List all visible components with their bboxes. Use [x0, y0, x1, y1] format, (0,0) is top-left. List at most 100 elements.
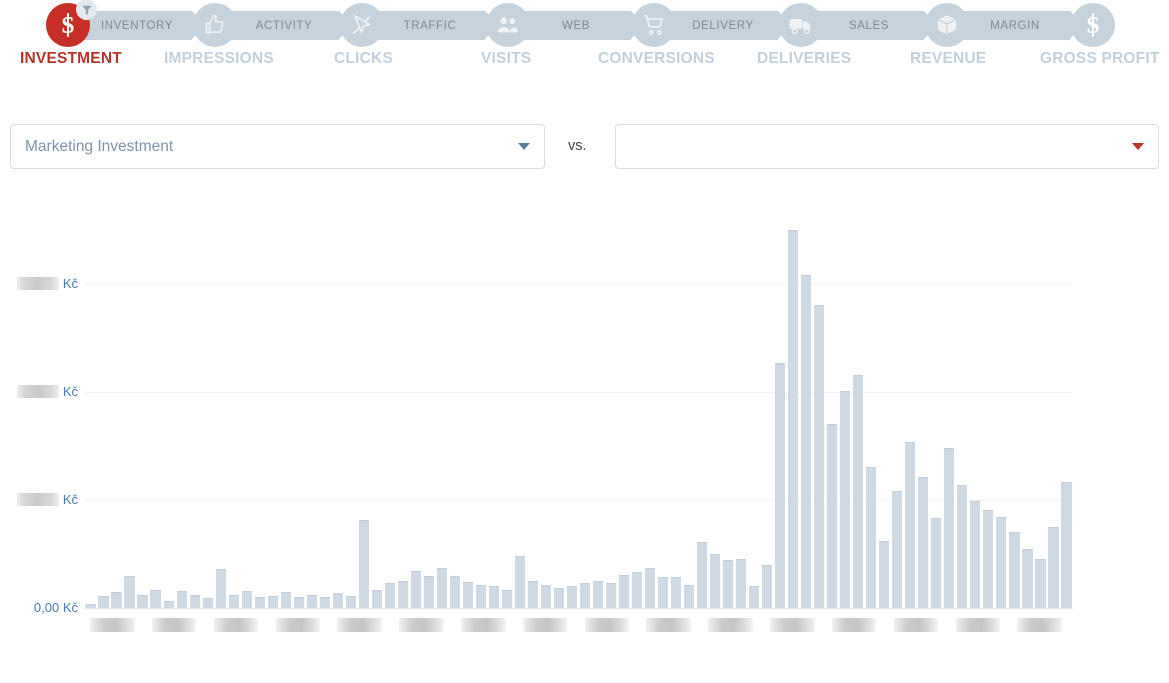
bar[interactable]	[177, 591, 187, 608]
bar[interactable]	[463, 582, 473, 608]
bar[interactable]	[294, 597, 304, 608]
bar[interactable]	[671, 577, 681, 608]
funnel-stage-sales[interactable]: SALES	[816, 11, 924, 40]
bar[interactable]	[307, 595, 317, 609]
bar[interactable]	[723, 560, 733, 608]
bar[interactable]	[931, 518, 941, 608]
bar[interactable]	[645, 568, 655, 609]
bar[interactable]	[775, 363, 785, 608]
bar[interactable]	[1061, 482, 1071, 608]
bar[interactable]	[970, 501, 980, 608]
funnel-stage-traffic[interactable]: TRAFFIC	[377, 11, 485, 40]
chevron-down-icon[interactable]	[1132, 143, 1144, 150]
bar[interactable]	[749, 586, 759, 608]
bar[interactable]	[593, 581, 603, 608]
bar[interactable]	[996, 517, 1006, 608]
bar[interactable]	[710, 554, 720, 608]
bar[interactable]	[905, 442, 915, 608]
bar[interactable]	[333, 593, 343, 608]
bar[interactable]	[242, 591, 252, 608]
tab-clicks[interactable]: CLICKS	[334, 50, 393, 68]
bar[interactable]	[827, 424, 837, 608]
bar[interactable]	[619, 575, 629, 608]
bar[interactable]	[411, 571, 421, 608]
visits-node[interactable]	[486, 3, 530, 47]
bar[interactable]	[98, 596, 108, 608]
filter-funnel-icon[interactable]	[76, 0, 97, 20]
bar[interactable]	[216, 569, 226, 608]
bar[interactable]	[424, 576, 434, 608]
bar[interactable]	[137, 595, 147, 609]
bar[interactable]	[879, 541, 889, 609]
bar[interactable]	[814, 305, 824, 608]
bar[interactable]	[567, 586, 577, 608]
bar[interactable]	[957, 485, 967, 608]
tab-investment[interactable]: INVESTMENT	[20, 50, 122, 68]
tab-impressions[interactable]: IMPRESSIONS	[164, 50, 274, 68]
deliveries-node[interactable]	[779, 3, 823, 47]
bar[interactable]	[788, 230, 798, 608]
secondary-metric-select[interactable]	[615, 124, 1159, 169]
bar[interactable]	[541, 585, 551, 608]
bar[interactable]	[190, 595, 200, 609]
bar[interactable]	[1035, 559, 1045, 608]
bar[interactable]	[528, 581, 538, 608]
bar[interactable]	[580, 583, 590, 608]
funnel-stage-margin[interactable]: MARGIN	[962, 11, 1070, 40]
bar[interactable]	[762, 565, 772, 608]
bar[interactable]	[489, 586, 499, 608]
bar[interactable]	[450, 576, 460, 608]
bar[interactable]	[632, 572, 642, 608]
bar[interactable]	[85, 604, 95, 608]
bar[interactable]	[476, 585, 486, 608]
bar[interactable]	[229, 595, 239, 609]
bar[interactable]	[111, 592, 121, 608]
bar[interactable]	[1022, 549, 1032, 608]
bar[interactable]	[918, 477, 928, 608]
primary-metric-select[interactable]: Marketing Investment	[10, 124, 545, 169]
bar[interactable]	[515, 556, 525, 608]
tab-revenue[interactable]: REVENUE	[910, 50, 986, 68]
bar[interactable]	[892, 491, 902, 608]
bar[interactable]	[697, 542, 707, 608]
bar[interactable]	[385, 583, 395, 608]
bar[interactable]	[255, 597, 265, 608]
conversions-node[interactable]	[632, 3, 676, 47]
bar[interactable]	[983, 510, 993, 608]
bar[interactable]	[1048, 527, 1058, 608]
bar[interactable]	[124, 576, 134, 608]
bar[interactable]	[606, 583, 616, 608]
funnel-stage-delivery[interactable]: DELIVERY	[670, 11, 778, 40]
bar[interactable]	[554, 588, 564, 608]
bar[interactable]	[346, 596, 356, 608]
bar[interactable]	[801, 275, 811, 608]
bar[interactable]	[1009, 532, 1019, 608]
bar[interactable]	[320, 597, 330, 608]
bar[interactable]	[853, 375, 863, 608]
revenue-node[interactable]	[925, 3, 969, 47]
bar[interactable]	[372, 590, 382, 608]
funnel-stage-web[interactable]: WEB	[523, 11, 631, 40]
tab-deliveries[interactable]: DELIVERIES	[757, 50, 851, 68]
impressions-node[interactable]	[193, 3, 237, 47]
bar[interactable]	[944, 448, 954, 608]
clicks-node[interactable]	[340, 3, 384, 47]
bar[interactable]	[684, 585, 694, 608]
bar[interactable]	[866, 467, 876, 608]
bar[interactable]	[268, 596, 278, 608]
tab-gross-profit[interactable]: GROSS PROFIT	[1040, 50, 1160, 68]
bar[interactable]	[203, 598, 213, 608]
bar[interactable]	[281, 592, 291, 608]
grossprofit-node[interactable]: S	[1071, 3, 1115, 47]
bar[interactable]	[150, 590, 160, 608]
bar[interactable]	[437, 568, 447, 609]
bar[interactable]	[840, 391, 850, 608]
chevron-down-icon[interactable]	[518, 143, 530, 150]
funnel-stage-activity[interactable]: ACTIVITY	[231, 11, 339, 40]
bar[interactable]	[736, 559, 746, 608]
bar[interactable]	[164, 601, 174, 608]
bar[interactable]	[658, 577, 668, 608]
bar[interactable]	[359, 520, 369, 608]
bar[interactable]	[398, 581, 408, 608]
tab-conversions[interactable]: CONVERSIONS	[598, 50, 715, 68]
